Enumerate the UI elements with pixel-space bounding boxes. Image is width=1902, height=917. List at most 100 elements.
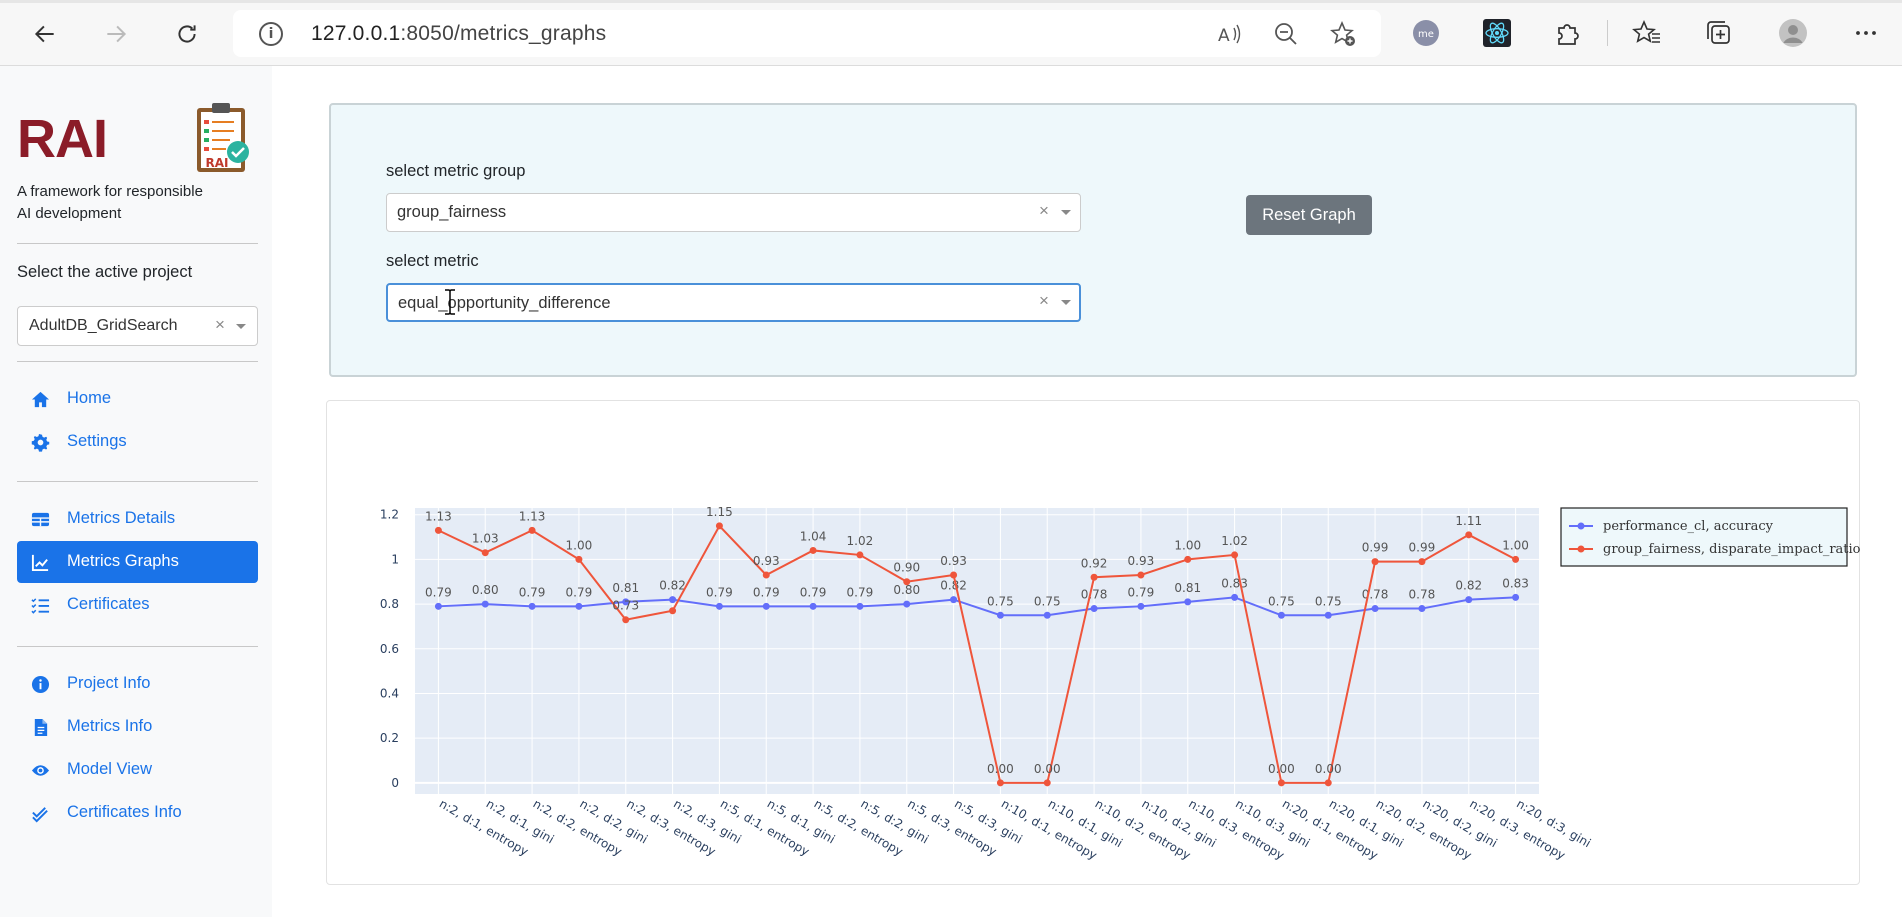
zoom-out-icon[interactable]	[1272, 20, 1300, 48]
data-label: 0.90	[893, 561, 920, 575]
data-point	[903, 578, 911, 586]
nav-item-label: Certificates	[67, 595, 150, 613]
data-point	[1043, 611, 1051, 619]
data-point	[434, 526, 442, 534]
more-menu-icon[interactable]	[1848, 15, 1884, 51]
data-point	[1043, 779, 1051, 787]
data-label: 1.15	[706, 505, 733, 519]
legend-marker	[1577, 522, 1585, 530]
data-point	[762, 571, 770, 579]
data-point	[903, 600, 911, 608]
nav-item-metrics-info[interactable]: Metrics Info	[17, 706, 258, 748]
data-label: 0.75	[1268, 594, 1295, 608]
url-text[interactable]: 127.0.0.1:8050/metrics_graphs	[311, 22, 606, 46]
data-point	[950, 596, 958, 604]
metric-value: equal_opportunity_difference	[398, 294, 611, 312]
data-point	[1324, 611, 1332, 619]
nav-item-label: Settings	[67, 432, 127, 450]
reset-graph-button[interactable]: Reset Graph	[1246, 195, 1372, 235]
data-point	[762, 602, 770, 610]
refresh-icon[interactable]	[169, 16, 205, 52]
project-select[interactable]: AdultDB_GridSearch ×	[17, 306, 258, 346]
data-label: 1.00	[1502, 538, 1529, 552]
me-extension-icon[interactable]: me	[1408, 15, 1444, 51]
data-point	[1371, 558, 1379, 566]
nav-item-metrics-details[interactable]: Metrics Details	[17, 498, 258, 540]
nav-item-label: Certificates Info	[67, 803, 182, 821]
nav-item-certificates[interactable]: Certificates	[17, 584, 258, 626]
data-point	[1418, 558, 1426, 566]
data-label: 0.78	[1409, 588, 1436, 602]
data-point	[1137, 571, 1145, 579]
data-point	[528, 526, 536, 534]
nav-item-label: Metrics Graphs	[67, 552, 179, 570]
legend-label: group_fairness, disparate_impact_ratio	[1603, 542, 1861, 557]
nav-item-label: Home	[67, 389, 112, 407]
url-host: 127.0.0.1	[311, 22, 401, 45]
metric-group-label: select metric group	[386, 162, 526, 180]
favorite-add-icon[interactable]	[1329, 20, 1357, 48]
data-point	[575, 602, 583, 610]
nav-item-label: Model View	[67, 760, 152, 778]
clear-icon[interactable]: ×	[215, 315, 225, 335]
extensions-puzzle-icon[interactable]	[1550, 15, 1586, 51]
data-label: 0.83	[1221, 576, 1248, 590]
legend-label: performance_cl, accuracy	[1603, 519, 1774, 534]
data-label: 0.00	[1268, 762, 1295, 776]
data-point	[434, 602, 442, 610]
forward-arrow-icon[interactable]	[98, 16, 134, 52]
data-point	[622, 616, 630, 624]
metrics-line-chart[interactable]: 00.20.40.60.811.2n:2, d:1, entropyn:2, d…	[327, 401, 1861, 886]
address-bar[interactable]: i 127.0.0.1:8050/metrics_graphs A	[233, 10, 1381, 57]
profile-avatar-icon[interactable]	[1775, 15, 1811, 51]
browser-toolbar: i 127.0.0.1:8050/metrics_graphs A me	[0, 0, 1902, 66]
data-label: 0.82	[1455, 579, 1482, 593]
data-label: 0.99	[1409, 541, 1436, 555]
metric-filter-panel: select metric group group_fairness × sel…	[329, 103, 1857, 377]
chevron-down-icon[interactable]	[1061, 300, 1071, 305]
clear-icon[interactable]: ×	[1039, 201, 1049, 221]
data-label: 1.02	[1221, 534, 1248, 548]
data-point	[1512, 555, 1520, 563]
react-extension-icon[interactable]	[1479, 15, 1515, 51]
chevron-down-icon[interactable]	[236, 324, 246, 329]
data-point	[856, 551, 864, 559]
back-arrow-icon[interactable]	[27, 16, 63, 52]
y-tick-label: 0.2	[380, 731, 399, 745]
nav-item-model-view[interactable]: Model View	[17, 749, 258, 791]
data-label: 0.00	[987, 762, 1014, 776]
data-point	[715, 522, 723, 530]
data-point	[1277, 779, 1285, 787]
metric-dropdown[interactable]: equal_opportunity_difference ×	[386, 283, 1081, 322]
metric-label: select metric	[386, 252, 479, 270]
data-label: 0.80	[472, 583, 499, 597]
svg-text:A: A	[1218, 26, 1230, 46]
nav-item-certificates-info[interactable]: Certificates Info	[17, 792, 258, 834]
table-icon	[31, 510, 50, 529]
metric-group-dropdown[interactable]: group_fairness ×	[386, 193, 1081, 232]
nav-item-project-info[interactable]: Project Info	[17, 663, 258, 705]
tagline: A framework for responsible AI developme…	[17, 183, 203, 222]
nav-item-settings[interactable]: Settings	[17, 421, 258, 463]
nav-item-home[interactable]: Home	[17, 378, 258, 420]
data-point	[1371, 605, 1379, 613]
nav-item-metrics-graphs[interactable]: Metrics Graphs	[17, 541, 258, 583]
data-point	[669, 607, 677, 615]
info-icon[interactable]: i	[259, 22, 283, 46]
clear-icon[interactable]: ×	[1039, 291, 1049, 311]
read-aloud-icon[interactable]: A	[1215, 20, 1243, 48]
collections-icon[interactable]	[1700, 15, 1736, 51]
data-label: 1.13	[519, 509, 546, 523]
metric-group-value: group_fairness	[397, 203, 507, 221]
data-point	[1090, 605, 1098, 613]
tab-strip-edge	[0, 0, 1902, 3]
data-label: 0.83	[1502, 576, 1529, 590]
data-point	[1184, 598, 1192, 606]
chevron-down-icon[interactable]	[1061, 210, 1071, 215]
data-label: 0.99	[1362, 541, 1389, 555]
divider	[17, 361, 258, 362]
y-tick-label: 0.8	[380, 597, 399, 611]
nav-item-label: Metrics Info	[67, 717, 153, 735]
favorites-icon[interactable]	[1629, 15, 1665, 51]
svg-text:me: me	[1418, 29, 1434, 40]
